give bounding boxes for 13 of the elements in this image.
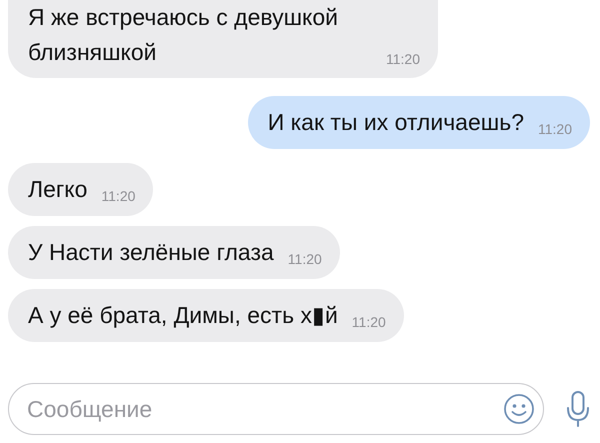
- message-time: 11:20: [101, 188, 136, 206]
- microphone-icon[interactable]: [566, 390, 590, 428]
- message-text: И как ты их отличаешь?: [268, 108, 524, 137]
- message-time: 11:20: [288, 251, 322, 269]
- message-text: У Насти зелёные глаза: [28, 238, 274, 267]
- message-text: Легко: [28, 175, 88, 204]
- message-time: 11:20: [352, 314, 386, 332]
- message-text: Я же встречаюсь с девушкой близняшкой: [28, 3, 340, 67]
- message-time: 11:20: [538, 121, 572, 139]
- message-field[interactable]: Сообщение: [8, 383, 544, 435]
- message-text: А у её брата, Димы, есть х▮й: [28, 301, 338, 330]
- message-time: 11:20: [386, 51, 420, 69]
- smiley-icon[interactable]: [503, 393, 535, 425]
